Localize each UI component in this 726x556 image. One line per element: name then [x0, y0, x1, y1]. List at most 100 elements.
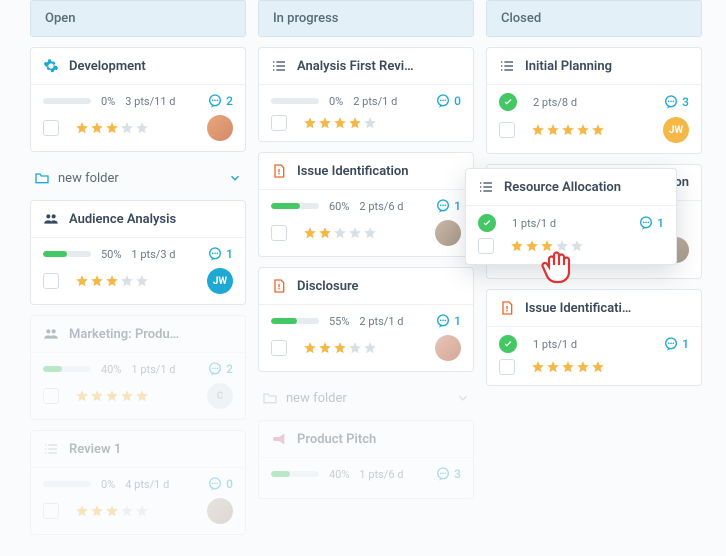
- progress-bar: [271, 318, 319, 324]
- rating-stars[interactable]: [75, 389, 149, 403]
- comments-badge[interactable]: 1: [435, 198, 461, 214]
- megaphone-icon: [271, 431, 287, 447]
- star-icon: [105, 274, 119, 288]
- card-issue[interactable]: Issue Identification 60% 2 pts/6 d 1: [258, 152, 474, 257]
- card-checkbox[interactable]: [43, 120, 59, 136]
- rating-stars[interactable]: [75, 504, 149, 518]
- list-icon: [271, 58, 287, 74]
- comments-badge[interactable]: 2: [207, 361, 233, 377]
- star-icon: [105, 389, 119, 403]
- comments-badge[interactable]: 1: [435, 313, 461, 329]
- star-icon: [555, 239, 569, 253]
- folder-toggle[interactable]: new folder: [258, 382, 474, 414]
- avatar[interactable]: [207, 498, 233, 524]
- star-icon: [120, 274, 134, 288]
- points-days: 1 pts/3 d: [131, 248, 175, 261]
- card-title: Initial Planning: [525, 59, 689, 74]
- comments-badge[interactable]: 3: [435, 466, 461, 482]
- rating-stars[interactable]: [303, 116, 377, 130]
- card-disclosure[interactable]: Disclosure 55% 2 pts/1 d 1: [258, 267, 474, 372]
- avatar[interactable]: [207, 115, 233, 141]
- points-days: 2 pts/1 d: [353, 95, 397, 108]
- card-analysis[interactable]: Analysis First Revi… 0% 2 pts/1 d 0: [258, 47, 474, 142]
- column-header[interactable]: Open: [30, 0, 246, 37]
- star-icon: [576, 123, 590, 137]
- done-badge: [499, 93, 517, 111]
- progress-bar: [271, 98, 319, 104]
- folder-toggle[interactable]: new folder: [30, 162, 246, 194]
- card-title: Analysis First Revi…: [297, 59, 461, 74]
- rating-stars[interactable]: [531, 360, 605, 374]
- list-icon: [499, 58, 515, 74]
- star-icon: [105, 121, 119, 135]
- comments-badge[interactable]: 1: [638, 215, 664, 231]
- avatar[interactable]: JW: [207, 268, 233, 294]
- column-header[interactable]: Closed: [486, 0, 702, 37]
- comments-badge[interactable]: 2: [207, 93, 233, 109]
- star-icon: [318, 116, 332, 130]
- star-icon: [75, 274, 89, 288]
- card-checkbox[interactable]: [43, 388, 59, 404]
- star-icon: [333, 341, 347, 355]
- comments-badge[interactable]: 0: [207, 476, 233, 492]
- avatar[interactable]: C: [207, 383, 233, 409]
- rating-stars[interactable]: [75, 121, 149, 135]
- column-open: Open Development 0% 3 pts/11 d 2 new fo: [30, 0, 246, 545]
- card-checkbox[interactable]: [499, 122, 515, 138]
- star-icon: [75, 389, 89, 403]
- card-development[interactable]: Development 0% 3 pts/11 d 2: [30, 47, 246, 152]
- folder-label: new folder: [286, 391, 347, 406]
- comment-icon: [663, 94, 679, 110]
- points-days: 1 pts/1 d: [512, 217, 556, 230]
- people-icon: [43, 211, 59, 227]
- card-review[interactable]: Review 1 0% 4 pts/1 d 0: [30, 430, 246, 535]
- card-checkbox[interactable]: [271, 340, 287, 356]
- card-dragging[interactable]: Resource Allocation 1 pts/1 d 1: [465, 168, 677, 265]
- star-icon: [348, 341, 362, 355]
- star-icon: [576, 360, 590, 374]
- star-icon: [303, 116, 317, 130]
- comments-badge[interactable]: 3: [663, 94, 689, 110]
- kanban-board: Open Development 0% 3 pts/11 d 2 new fo: [0, 0, 726, 545]
- card-checkbox[interactable]: [43, 273, 59, 289]
- rating-stars[interactable]: [531, 123, 605, 137]
- avatar[interactable]: JW: [663, 117, 689, 143]
- rating-stars[interactable]: [75, 274, 149, 288]
- points-days: 3 pts/11 d: [125, 95, 175, 108]
- star-icon: [90, 274, 104, 288]
- star-icon: [540, 239, 554, 253]
- card-pitch[interactable]: Product Pitch 40% 1 pts/6 d 3: [258, 420, 474, 499]
- card-title: Review 1: [69, 442, 233, 457]
- document-alert-icon: [271, 278, 287, 294]
- card-issue2[interactable]: Issue Identificati… 1 pts/1 d 1: [486, 289, 702, 386]
- star-icon: [333, 116, 347, 130]
- avatar[interactable]: [435, 220, 461, 246]
- comments-badge[interactable]: 1: [207, 246, 233, 262]
- card-checkbox[interactable]: [43, 503, 59, 519]
- comments-badge[interactable]: 0: [435, 93, 461, 109]
- star-icon: [363, 226, 377, 240]
- star-icon: [105, 504, 119, 518]
- card-checkbox[interactable]: [499, 359, 515, 375]
- card-title: Resource Allocation: [504, 180, 664, 195]
- column-header[interactable]: In progress: [258, 0, 474, 37]
- card-audience[interactable]: Audience Analysis 50% 1 pts/3 d 1 JW: [30, 200, 246, 305]
- rating-stars[interactable]: [303, 341, 377, 355]
- chevron-down-icon: [228, 171, 242, 185]
- comments-badge[interactable]: 1: [663, 336, 689, 352]
- star-icon: [75, 121, 89, 135]
- done-badge: [478, 214, 496, 232]
- star-icon: [561, 360, 575, 374]
- rating-stars[interactable]: [510, 239, 584, 253]
- rating-stars[interactable]: [303, 226, 377, 240]
- star-icon: [348, 226, 362, 240]
- card-checkbox[interactable]: [478, 238, 494, 254]
- star-icon: [546, 360, 560, 374]
- card-checkbox[interactable]: [271, 225, 287, 241]
- card-title: Product Pitch: [297, 432, 461, 447]
- progress-bar: [271, 203, 319, 209]
- card-checkbox[interactable]: [271, 115, 287, 131]
- card-initial[interactable]: Initial Planning 2 pts/8 d 3 JW: [486, 47, 702, 154]
- avatar[interactable]: [435, 335, 461, 361]
- card-marketing[interactable]: Marketing: Produ… 40% 1 pts/1 d 2 C: [30, 315, 246, 420]
